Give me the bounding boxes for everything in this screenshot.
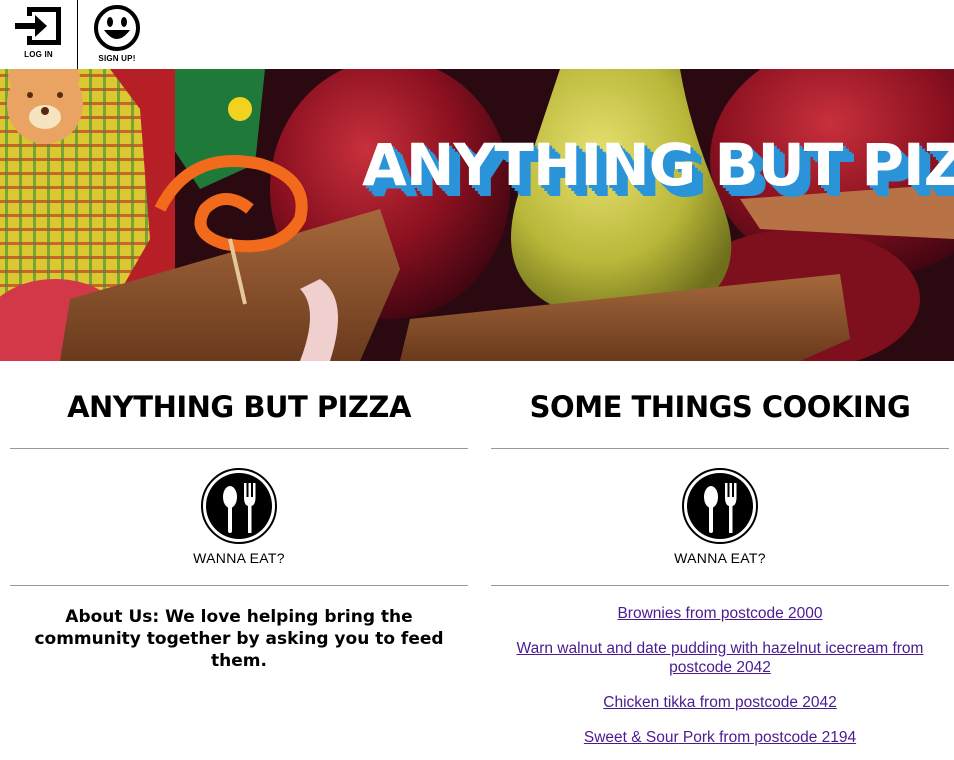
hero-banner: ANYTHING BUT PIZZA xyxy=(0,69,954,361)
divider xyxy=(491,585,949,586)
wanna-eat-button[interactable]: WANNA EAT? xyxy=(10,449,468,585)
wanna-eat-label: WANNA EAT? xyxy=(193,550,285,566)
wanna-eat-button[interactable]: WANNA EAT? xyxy=(491,449,949,585)
recipe-link[interactable]: Sweet & Sour Pork from postcode 2194 xyxy=(584,729,856,746)
cooking-column: SOME THINGS COOKING WANNA EAT? Brownies … xyxy=(491,361,949,760)
login-icon xyxy=(14,7,61,45)
about-column: ANYTHING BUT PIZZA WANNA EAT? About Us: … xyxy=(10,361,468,672)
signup-button[interactable]: SIGN UP! xyxy=(78,0,156,69)
list-item: Sweet & Sour Pork from postcode 2194 xyxy=(491,728,949,747)
wanna-eat-label: WANNA EAT? xyxy=(674,550,766,566)
list-item: Brownies from postcode 2000 xyxy=(491,604,949,623)
cooking-heading: SOME THINGS COOKING xyxy=(529,390,911,424)
recipe-link[interactable]: Chicken tikka from postcode 2042 xyxy=(603,694,836,711)
login-label: LOG IN xyxy=(24,50,53,59)
divider xyxy=(10,585,468,586)
recipe-list: Brownies from postcode 2000 Warn walnut … xyxy=(491,604,949,747)
login-button[interactable]: LOG IN xyxy=(0,0,78,69)
about-heading: ANYTHING BUT PIZZA xyxy=(67,390,411,424)
recipe-link[interactable]: Brownies from postcode 2000 xyxy=(617,605,822,622)
hero-title: ANYTHING BUT PIZZA xyxy=(362,131,954,199)
signup-label: SIGN UP! xyxy=(98,54,136,63)
top-nav: LOG IN SIGN UP! xyxy=(0,0,954,69)
about-text: About Us: We love helping bring the comm… xyxy=(34,607,444,671)
smiley-icon xyxy=(94,5,140,51)
cutlery-icon xyxy=(682,468,758,544)
cutlery-icon xyxy=(201,468,277,544)
recipe-link[interactable]: Warn walnut and date pudding with hazeln… xyxy=(517,640,924,676)
list-item: Warn walnut and date pudding with hazeln… xyxy=(491,639,949,677)
list-item: Chicken tikka from postcode 2042 xyxy=(491,693,949,712)
hero-food-image xyxy=(0,69,954,361)
